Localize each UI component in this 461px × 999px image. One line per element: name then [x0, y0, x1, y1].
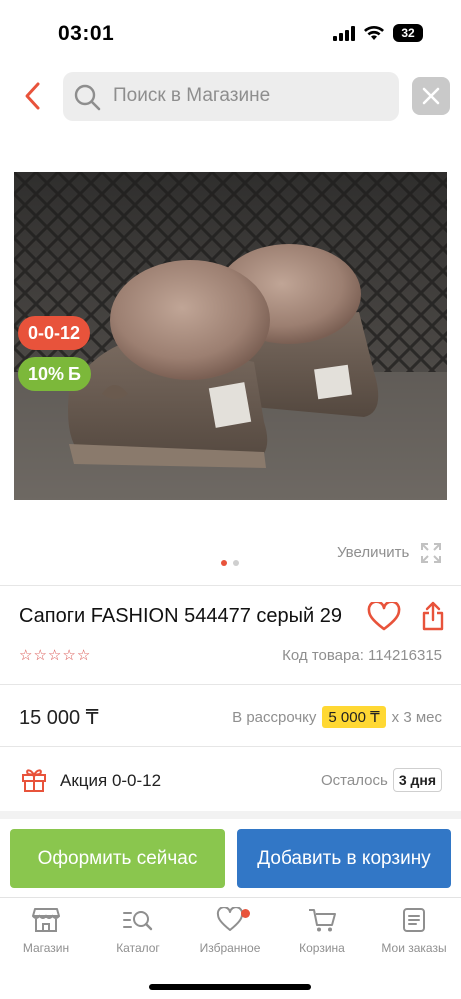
cellular-signal-icon — [333, 25, 355, 41]
installment-suffix: х 3 мес — [391, 708, 442, 726]
rating-stars: ☆ ☆ ☆ ☆ ☆ — [19, 646, 90, 664]
cashback-percent: 10% — [28, 363, 65, 384]
expand-icon[interactable] — [419, 541, 443, 565]
battery-icon: 32 — [393, 24, 423, 42]
star-outline-icon: ☆ — [19, 647, 33, 664]
nav-item-orders[interactable]: Мои заказы — [368, 907, 460, 955]
checkout-now-button[interactable]: Оформить сейчас — [10, 829, 225, 888]
cart-icon — [309, 909, 336, 932]
product-sku: Код товара: 114216315 — [282, 647, 442, 664]
heart-icon — [216, 907, 244, 931]
close-icon — [422, 87, 440, 105]
gallery-pager — [221, 560, 239, 566]
cashback-symbol: Б — [68, 363, 81, 384]
bottom-nav: Магазин Каталог Избранное Корзина Мои за… — [0, 897, 461, 972]
heart-icon[interactable] — [367, 602, 401, 632]
nav-item-catalog[interactable]: Каталог — [92, 907, 184, 955]
remaining-label: Осталось — [321, 771, 388, 789]
search-header: Поиск в Магазине — [0, 64, 461, 128]
star-outline-icon: ☆ — [62, 647, 76, 664]
promo-badge: 0-0-12 — [18, 316, 91, 350]
orders-icon — [403, 908, 425, 932]
nav-label-shop: Магазин — [22, 941, 70, 955]
status-time: 03:01 — [58, 22, 115, 45]
installment-prefix: В рассрочку — [232, 708, 317, 726]
installment-info[interactable]: В рассрочку 5 000 ₸ х 3 мес — [232, 706, 442, 728]
nav-label-favorites: Избранное — [199, 941, 261, 955]
search-icon — [74, 84, 101, 111]
nav-label-orders: Мои заказы — [381, 941, 447, 955]
gift-icon — [22, 769, 46, 792]
clear-search-button[interactable] — [412, 77, 450, 115]
promo-title[interactable]: Акция 0-0-12 — [60, 771, 161, 791]
nav-item-cart[interactable]: Корзина — [276, 907, 368, 955]
cashback-badge: 10% Б — [18, 357, 91, 391]
remaining-days: 3 дня — [392, 768, 442, 792]
notification-dot — [241, 909, 250, 918]
search-input[interactable]: Поиск в Магазине — [63, 72, 399, 121]
search-placeholder: Поиск в Магазине — [113, 85, 271, 106]
installment-amount: 5 000 ₸ — [322, 706, 386, 728]
add-to-cart-button[interactable]: Добавить в корзину — [237, 829, 451, 888]
nav-item-favorites[interactable]: Избранное — [184, 907, 276, 955]
zoom-button-label[interactable]: Увеличить — [337, 544, 409, 561]
promo-remaining: Осталось 3 дня — [321, 768, 442, 792]
divider — [0, 684, 461, 685]
nav-label-catalog: Каталог — [116, 941, 160, 955]
home-indicator[interactable] — [149, 984, 311, 990]
status-icons: 32 — [333, 24, 423, 42]
nav-item-shop[interactable]: Магазин — [0, 907, 92, 955]
back-button[interactable] — [18, 78, 48, 114]
status-bar: 03:01 32 — [0, 0, 461, 64]
wifi-icon — [364, 26, 384, 40]
divider — [0, 746, 461, 747]
star-outline-icon: ☆ — [33, 647, 47, 664]
product-price: 15 000 ₸ — [19, 707, 99, 729]
star-outline-icon: ☆ — [76, 647, 91, 664]
share-icon[interactable] — [421, 601, 445, 631]
catalog-search-icon — [123, 911, 153, 931]
nav-label-cart: Корзина — [299, 941, 345, 955]
back-icon — [25, 82, 40, 110]
star-outline-icon: ☆ — [47, 647, 62, 664]
divider — [0, 585, 461, 586]
pager-dot[interactable] — [233, 560, 239, 566]
section-separator — [0, 811, 461, 819]
product-title: Сапоги FASHION 544477 серый 29 — [19, 605, 343, 627]
pager-dot-active[interactable] — [221, 560, 227, 566]
shop-icon — [32, 908, 60, 932]
